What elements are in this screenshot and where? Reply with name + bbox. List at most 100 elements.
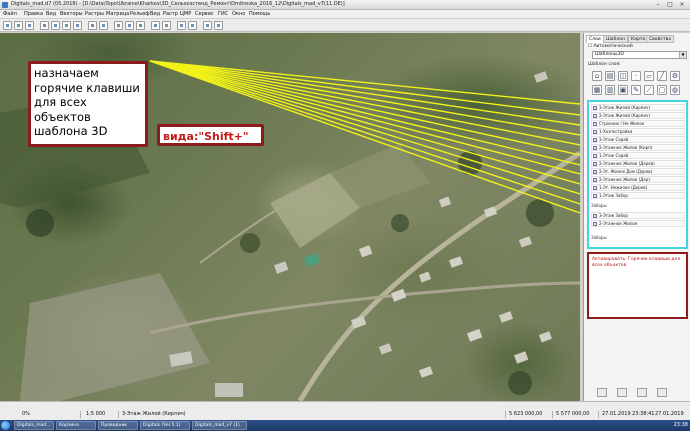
list-item[interactable]: 1-Этаж Забор [591, 192, 685, 199]
list-item[interactable]: 2-Этажное Жилое (Дерев) [591, 160, 685, 167]
list-item-label: 2-Этаж Жилой (Кирпич) [599, 113, 650, 118]
diagonal-icon[interactable]: ⟋ [644, 85, 654, 95]
taskbar-item[interactable]: Digitals_mad... [14, 421, 54, 430]
menu-service[interactable]: Сервис [195, 11, 214, 17]
chevron-down-icon[interactable]: ▼ [679, 52, 686, 58]
menu-view-2[interactable]: Вид [150, 11, 160, 17]
title-bar: Digitals_mad.d7 (05.2018) - [D:\Data\Top… [0, 0, 690, 10]
first-page-icon[interactable] [597, 388, 607, 397]
next-page-icon[interactable] [637, 388, 647, 397]
menu-view[interactable]: Вид [46, 11, 56, 17]
prev-page-icon[interactable] [617, 388, 627, 397]
template-select[interactable]: Шаблоны3D ▼ [592, 51, 687, 59]
start-button[interactable] [1, 421, 10, 430]
menu-help[interactable]: Помощь [249, 11, 270, 17]
menu-window[interactable]: Окно [232, 11, 245, 17]
list-item[interactable]: 2-Этажное Жилое [591, 220, 685, 227]
object-icon [593, 222, 597, 226]
window-icon[interactable]: ▣ [618, 85, 628, 95]
taskbar-item[interactable]: Digitals (Ver.5.1) [140, 421, 190, 430]
cut-icon[interactable] [51, 21, 60, 30]
select-icon[interactable] [151, 21, 160, 30]
building-icon[interactable]: ▤ [605, 71, 615, 81]
grid-tool-icon[interactable]: ▦ [592, 85, 602, 95]
close-button[interactable]: × [677, 1, 687, 9]
grid-icon[interactable] [188, 21, 197, 30]
list-item[interactable]: 1-Эт. Нежилое (Дерев) [591, 184, 685, 191]
auto-checkbox[interactable]: ☐ Автоматический [588, 44, 633, 49]
list-item[interactable]: 3-Этаж Сарай [591, 136, 685, 143]
menu-vectors[interactable]: Векторы [60, 11, 83, 17]
menu-relief[interactable]: Рельеф [130, 11, 150, 17]
auto-checkbox-label: Автоматический [593, 44, 633, 49]
object-icon [593, 138, 597, 142]
list-item-label: 3-Этаж Забор [599, 213, 628, 218]
zoom-out-icon[interactable] [125, 21, 134, 30]
minimize-button[interactable]: – [653, 1, 663, 9]
status-divider [505, 411, 506, 418]
pan-icon[interactable] [136, 21, 145, 30]
menu-matrix[interactable]: Матрица [106, 11, 129, 17]
callout-hotkeys: назначаем горячие клавиши для всех объек… [28, 61, 148, 147]
object-icon [593, 194, 597, 198]
taskbar-item[interactable]: Проводник [98, 421, 138, 430]
maximize-button[interactable]: □ [665, 1, 675, 9]
pencil-icon[interactable]: ✎ [631, 85, 641, 95]
raster-icon[interactable] [203, 21, 212, 30]
point-icon[interactable]: · [631, 71, 641, 81]
globe-icon[interactable]: ◍ [670, 85, 680, 95]
gear-icon[interactable]: ⚙ [670, 71, 680, 81]
status-divider [598, 411, 599, 418]
vector-icon[interactable] [214, 21, 223, 30]
menu-raster[interactable]: Растр [163, 11, 178, 17]
tab-properties[interactable]: Свойства [646, 35, 674, 43]
measure-icon[interactable] [177, 21, 186, 30]
taskbar-item[interactable]: Корзина [56, 421, 96, 430]
list-item-label: Строение / Не Жилое [599, 121, 645, 126]
list-item[interactable]: 2-Этажное Жилое (Дер) [591, 176, 685, 183]
last-page-icon[interactable] [657, 388, 667, 397]
copy-icon[interactable] [62, 21, 71, 30]
save-icon[interactable] [25, 21, 34, 30]
undo-icon[interactable] [88, 21, 97, 30]
callout-shift-text: вида:"Shift+" [163, 130, 249, 143]
tab-layers[interactable]: Слои [586, 35, 604, 43]
zoom-in-icon[interactable] [114, 21, 123, 30]
polygon-icon[interactable]: ▱ [644, 71, 654, 81]
layers-icon[interactable] [162, 21, 171, 30]
menu-dem[interactable]: ЦМР [180, 11, 191, 17]
menu-gis[interactable]: ГИС [218, 11, 228, 17]
house-icon[interactable]: ⌂ [592, 71, 602, 81]
table-icon[interactable]: ▥ [605, 85, 615, 95]
box-icon[interactable]: ▢ [657, 85, 667, 95]
print-icon[interactable] [40, 21, 49, 30]
menu-file[interactable]: Файл [3, 11, 17, 17]
toolbar [0, 19, 690, 32]
list-item[interactable]: 1-Этаж Сарай [591, 152, 685, 159]
line-icon[interactable]: ╱ [657, 71, 667, 81]
menu-edit[interactable]: Правка [24, 11, 43, 17]
status-coord-x: 5 623 000,00 [509, 411, 543, 417]
object-icon [593, 114, 597, 118]
list-item[interactable]: 2-Этаж Жилой (Кирпич) [591, 112, 685, 119]
template-object-list: 3-Этаж Жилой (Кирпич) 2-Этаж Жилой (Кирп… [587, 100, 688, 249]
list-item-label: 1-Этаж Забор [599, 193, 628, 198]
new-file-icon[interactable] [3, 21, 12, 30]
redo-icon[interactable] [99, 21, 108, 30]
menu-rasters[interactable]: Растры [85, 11, 104, 17]
list-item[interactable]: 3-Этаж Забор [591, 212, 685, 219]
status-progress: 0% [22, 411, 30, 417]
list-item[interactable]: 1-Хозпостройка [591, 128, 685, 135]
list-item-label: 3-Этаж Жилой (Кирпич) [599, 105, 650, 110]
tool-row-1: ⌂ ▤ ◫ · ▱ ╱ ⚙ [590, 70, 688, 82]
list-item[interactable]: 2-Эт. Жилое Дом (Дерев) [591, 168, 685, 175]
taskbar-item[interactable]: Digitals_mad_v7 (1) [192, 421, 247, 430]
status-divider [118, 411, 119, 418]
paste-icon[interactable] [73, 21, 82, 30]
frame-icon[interactable]: ◫ [618, 71, 628, 81]
open-folder-icon[interactable] [14, 21, 23, 30]
list-item[interactable]: 2-Этажное Жилое (Кирп) [591, 144, 685, 151]
list-item[interactable]: 3-Этаж Жилой (Кирпич) [591, 104, 685, 111]
tab-template[interactable]: Шаблон [603, 35, 628, 43]
list-item[interactable]: Строение / Не Жилое [591, 120, 685, 127]
